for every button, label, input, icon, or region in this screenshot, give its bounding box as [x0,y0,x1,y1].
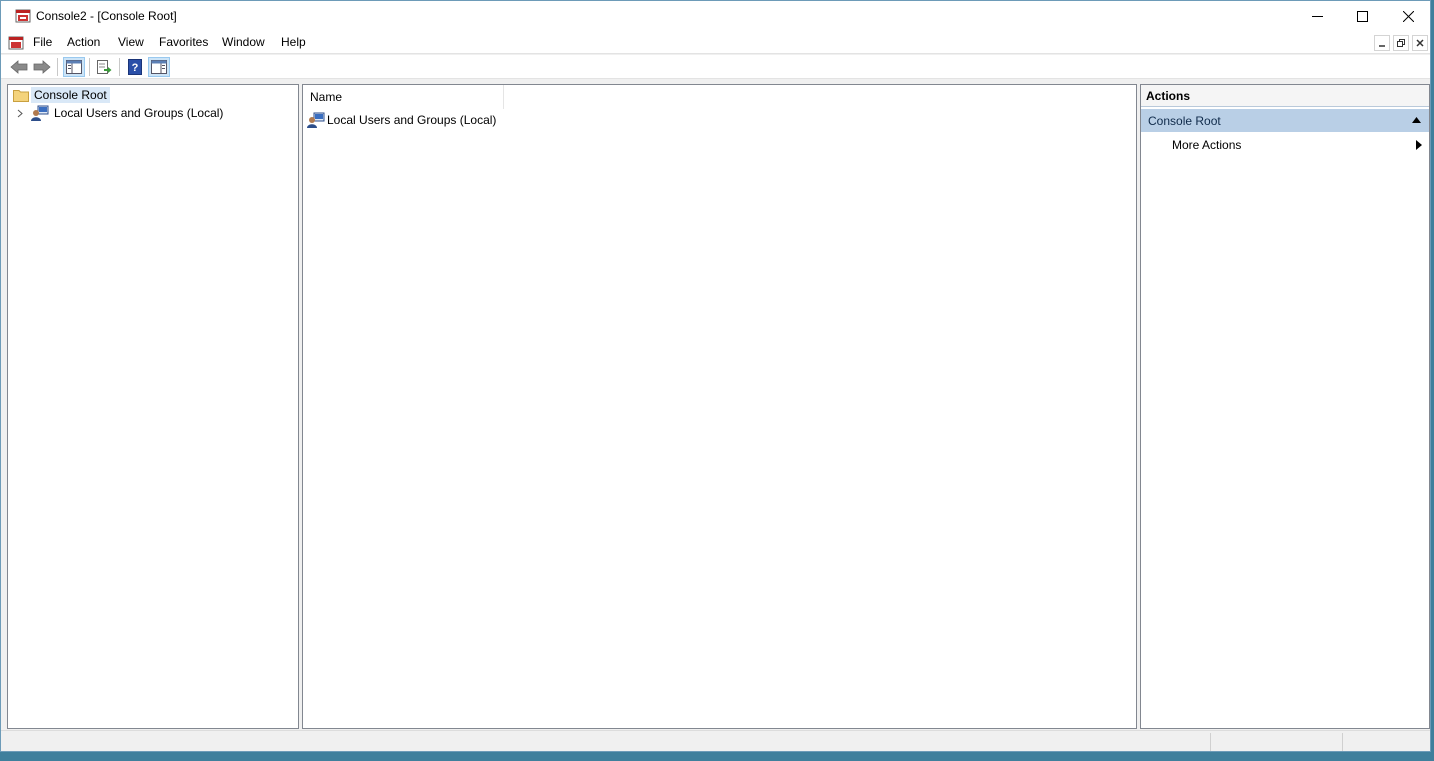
actions-pane: Actions Console Root More Actions [1140,84,1430,729]
toolbar-separator [57,58,58,76]
window-title: Console2 - [Console Root] [36,9,177,23]
mmc-app-icon [15,9,31,23]
minimize-icon [1379,45,1385,47]
show-hide-console-tree-button[interactable] [63,57,85,77]
show-hide-action-pane-icon [151,60,167,74]
users-groups-icon [307,112,325,128]
menu-window[interactable]: Window [221,35,266,49]
show-hide-action-pane-button[interactable] [148,57,170,77]
close-icon [1402,11,1414,22]
back-button[interactable] [8,57,30,77]
menu-action[interactable]: Action [66,35,101,49]
submenu-arrow-icon [1416,140,1422,150]
title-bar[interactable]: Console2 - [Console Root] [1,1,1430,32]
mmc-window: Console2 - [Console Root] File Action Vi… [0,0,1431,752]
show-hide-console-tree-icon [66,60,82,74]
tree-item-console-root[interactable]: Console Root [13,86,110,104]
tree-item-label: Console Root [31,87,110,103]
menu-view[interactable]: View [117,35,145,49]
child-restore-button[interactable] [1393,35,1409,51]
actions-group-console-root[interactable]: Console Root [1141,109,1429,132]
actions-group-label: Console Root [1148,113,1221,128]
users-groups-icon [31,105,49,121]
minimize-button[interactable] [1294,1,1340,32]
console-tree-pane[interactable]: Console Root Local Users and Groups (Loc… [7,84,299,729]
list-item[interactable]: Local Users and Groups (Local) [307,111,496,129]
forward-arrow-icon [33,60,51,74]
child-minimize-button[interactable] [1374,35,1390,51]
status-divider [1210,733,1211,751]
toolbar-separator [89,58,90,76]
more-actions-item[interactable]: More Actions [1141,134,1429,156]
tree-item-local-users-groups[interactable]: Local Users and Groups (Local) [15,104,226,122]
maximize-button[interactable] [1339,1,1385,32]
help-icon: ? [128,59,142,75]
maximize-icon [1356,11,1368,22]
restore-icon [1397,39,1405,47]
tree-item-label: Local Users and Groups (Local) [54,106,224,120]
close-button[interactable] [1385,1,1430,32]
close-icon [1416,39,1424,47]
console-menu-icon[interactable] [8,35,24,51]
more-actions-label: More Actions [1172,138,1242,152]
list-item-label: Local Users and Groups (Local) [327,113,497,127]
forward-button[interactable] [31,57,53,77]
export-list-button[interactable] [93,57,115,77]
help-button[interactable]: ? [124,57,146,77]
actions-header: Actions [1141,85,1429,107]
svg-text:?: ? [132,62,139,74]
child-close-button[interactable] [1412,35,1428,51]
export-list-icon [97,60,112,74]
toolbar-separator [119,58,120,76]
menu-bar: File Action View Favorites Window Help [1,32,1430,54]
status-divider [1342,733,1343,751]
menu-file[interactable]: File [32,35,53,49]
folder-icon [13,90,29,102]
menu-favorites[interactable]: Favorites [158,35,209,49]
results-pane[interactable]: Name Local Users and Groups (Local) [302,84,1137,729]
back-arrow-icon [10,60,28,74]
expand-chevron-icon[interactable] [15,108,25,118]
toolbar: ? [1,55,1430,79]
collapse-up-icon[interactable] [1412,117,1421,123]
status-bar [1,730,1430,751]
column-header-name[interactable]: Name [303,85,504,109]
minimize-icon [1311,16,1323,17]
menu-help[interactable]: Help [280,35,307,49]
